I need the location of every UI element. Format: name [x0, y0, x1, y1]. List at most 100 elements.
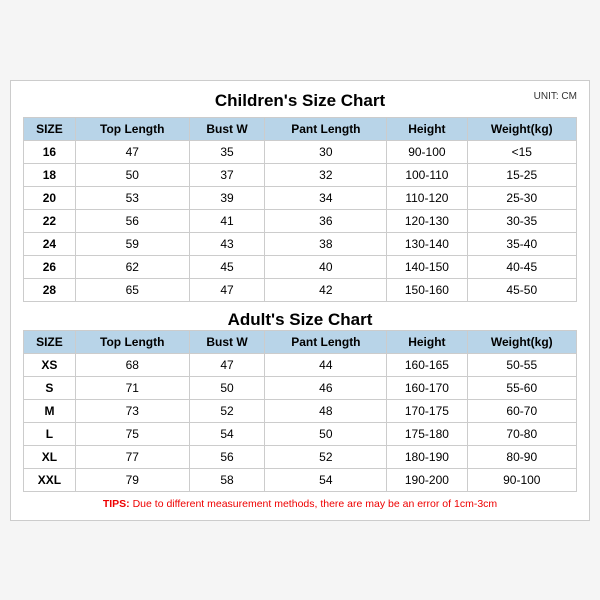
data-cell: 45-50: [467, 278, 576, 301]
children-table-row: 24594338130-14035-40: [24, 232, 577, 255]
size-cell: S: [24, 376, 76, 399]
col-size-a: SIZE: [24, 330, 76, 353]
data-cell: 71: [75, 376, 189, 399]
adults-table-row: M735248170-17560-70: [24, 399, 577, 422]
adults-header-row: SIZE Top Length Bust W Pant Length Heigh…: [24, 330, 577, 353]
data-cell: 60-70: [467, 399, 576, 422]
size-cell: 24: [24, 232, 76, 255]
size-cell: 20: [24, 186, 76, 209]
children-table-row: 20533934110-12025-30: [24, 186, 577, 209]
data-cell: 35: [189, 140, 265, 163]
data-cell: 50: [265, 422, 387, 445]
data-cell: 73: [75, 399, 189, 422]
data-cell: 62: [75, 255, 189, 278]
children-title-row: Children's Size Chart UNIT: CM: [23, 91, 577, 111]
size-cell: L: [24, 422, 76, 445]
data-cell: 55-60: [467, 376, 576, 399]
data-cell: 54: [265, 468, 387, 491]
data-cell: 47: [189, 278, 265, 301]
col-weight: Weight(kg): [467, 117, 576, 140]
unit-label: UNIT: CM: [534, 91, 577, 102]
data-cell: 41: [189, 209, 265, 232]
data-cell: 50-55: [467, 353, 576, 376]
data-cell: 54: [189, 422, 265, 445]
data-cell: 52: [265, 445, 387, 468]
data-cell: 100-110: [387, 163, 467, 186]
children-title: Children's Size Chart: [215, 91, 385, 111]
col-pant-length-a: Pant Length: [265, 330, 387, 353]
data-cell: 48: [265, 399, 387, 422]
data-cell: 77: [75, 445, 189, 468]
tips-text: Due to different measurement methods, th…: [133, 498, 498, 510]
data-cell: 38: [265, 232, 387, 255]
children-table-row: 28654742150-16045-50: [24, 278, 577, 301]
data-cell: 150-160: [387, 278, 467, 301]
children-header-row: SIZE Top Length Bust W Pant Length Heigh…: [24, 117, 577, 140]
data-cell: 47: [75, 140, 189, 163]
data-cell: 35-40: [467, 232, 576, 255]
data-cell: 160-165: [387, 353, 467, 376]
data-cell: 68: [75, 353, 189, 376]
data-cell: 50: [189, 376, 265, 399]
col-pant-length: Pant Length: [265, 117, 387, 140]
data-cell: 40-45: [467, 255, 576, 278]
adults-title: Adult's Size Chart: [23, 310, 577, 330]
data-cell: 45: [189, 255, 265, 278]
data-cell: 44: [265, 353, 387, 376]
data-cell: <15: [467, 140, 576, 163]
data-cell: 140-150: [387, 255, 467, 278]
col-top-length: Top Length: [75, 117, 189, 140]
size-cell: 16: [24, 140, 76, 163]
data-cell: 32: [265, 163, 387, 186]
data-cell: 47: [189, 353, 265, 376]
col-size: SIZE: [24, 117, 76, 140]
data-cell: 120-130: [387, 209, 467, 232]
data-cell: 50: [75, 163, 189, 186]
children-table: SIZE Top Length Bust W Pant Length Heigh…: [23, 117, 577, 302]
data-cell: 65: [75, 278, 189, 301]
size-cell: 26: [24, 255, 76, 278]
data-cell: 43: [189, 232, 265, 255]
size-cell: 18: [24, 163, 76, 186]
data-cell: 190-200: [387, 468, 467, 491]
children-table-row: 22564136120-13030-35: [24, 209, 577, 232]
adults-table-row: S715046160-17055-60: [24, 376, 577, 399]
children-table-row: 1647353090-100<15: [24, 140, 577, 163]
data-cell: 46: [265, 376, 387, 399]
data-cell: 56: [189, 445, 265, 468]
data-cell: 30-35: [467, 209, 576, 232]
data-cell: 80-90: [467, 445, 576, 468]
tips-label: TIPS:: [103, 498, 133, 510]
size-cell: 28: [24, 278, 76, 301]
tips-row: TIPS: Due to different measurement metho…: [23, 498, 577, 510]
data-cell: 58: [189, 468, 265, 491]
col-bust-w: Bust W: [189, 117, 265, 140]
data-cell: 160-170: [387, 376, 467, 399]
size-cell: XL: [24, 445, 76, 468]
children-table-row: 26624540140-15040-45: [24, 255, 577, 278]
data-cell: 15-25: [467, 163, 576, 186]
data-cell: 42: [265, 278, 387, 301]
data-cell: 90-100: [467, 468, 576, 491]
adults-table-row: XS684744160-16550-55: [24, 353, 577, 376]
data-cell: 170-175: [387, 399, 467, 422]
data-cell: 175-180: [387, 422, 467, 445]
col-weight-a: Weight(kg): [467, 330, 576, 353]
data-cell: 75: [75, 422, 189, 445]
data-cell: 52: [189, 399, 265, 422]
data-cell: 180-190: [387, 445, 467, 468]
data-cell: 34: [265, 186, 387, 209]
adults-table-row: XL775652180-19080-90: [24, 445, 577, 468]
adults-title-row: Adult's Size Chart: [23, 310, 577, 330]
data-cell: 79: [75, 468, 189, 491]
data-cell: 40: [265, 255, 387, 278]
data-cell: 90-100: [387, 140, 467, 163]
col-height-a: Height: [387, 330, 467, 353]
col-bust-w-a: Bust W: [189, 330, 265, 353]
col-top-length-a: Top Length: [75, 330, 189, 353]
data-cell: 70-80: [467, 422, 576, 445]
data-cell: 56: [75, 209, 189, 232]
chart-container: Children's Size Chart UNIT: CM SIZE Top …: [10, 80, 590, 521]
data-cell: 36: [265, 209, 387, 232]
data-cell: 25-30: [467, 186, 576, 209]
